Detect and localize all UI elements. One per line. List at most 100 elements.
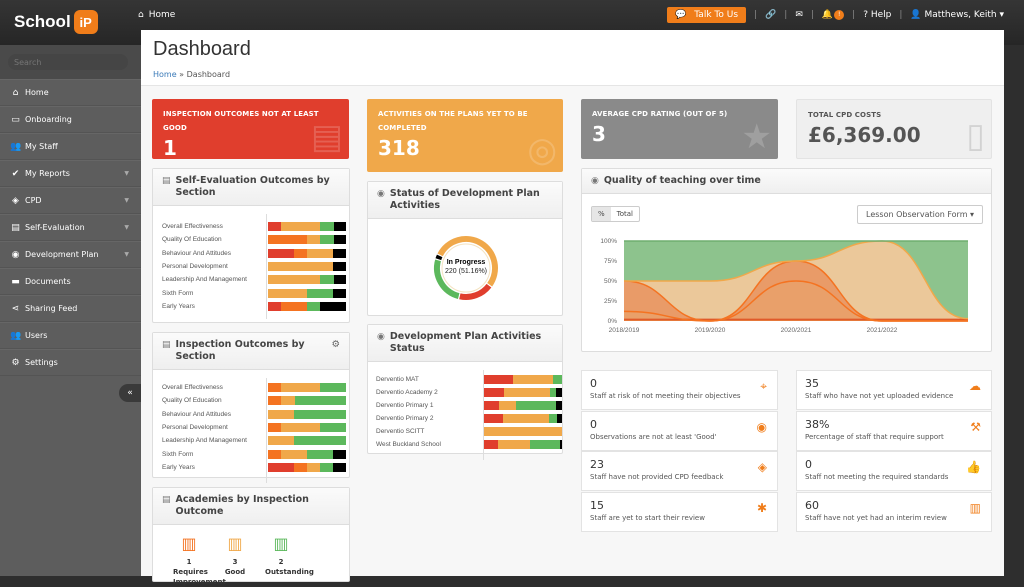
inbox-icon[interactable]: ✉ <box>795 10 803 20</box>
notifications-button[interactable]: 🔔! <box>822 10 845 20</box>
bar-segment[interactable] <box>268 423 282 433</box>
bar-segment[interactable] <box>548 414 558 423</box>
top-home-link[interactable]: ⌂ Home <box>138 10 175 20</box>
bar-segment[interactable] <box>268 275 321 285</box>
toggle-percent[interactable]: % <box>592 207 611 221</box>
bar-segment[interactable] <box>268 301 282 311</box>
bar-segment[interactable] <box>484 388 504 397</box>
bar-segment[interactable] <box>268 409 294 419</box>
bar-segment[interactable] <box>320 383 346 393</box>
bar-segment[interactable] <box>503 388 551 397</box>
bar-segment[interactable] <box>512 375 554 384</box>
bar-segment[interactable] <box>307 235 321 245</box>
talk-to-us-button[interactable]: 💬 Talk To Us <box>667 7 747 23</box>
breadcrumb-home[interactable]: Home <box>153 70 177 79</box>
kpi-card[interactable]: 38% Percentage of staff that require supp… <box>796 410 992 451</box>
bar-segment[interactable] <box>555 388 562 397</box>
sidebar-item-home[interactable]: ⌂ Home <box>0 79 141 106</box>
donut-slice-overdue[interactable] <box>459 283 492 300</box>
bar-segment[interactable] <box>268 248 294 258</box>
kpi-card[interactable]: 35 Staff who have not yet uploaded eviden… <box>796 370 992 410</box>
bar-segment[interactable] <box>268 436 294 446</box>
bar-segment[interactable] <box>268 288 307 298</box>
bar-segment[interactable] <box>320 462 334 472</box>
sidebar-item-sharing-feed[interactable]: ⋖ Sharing Feed <box>0 295 141 322</box>
bar-segment[interactable] <box>281 301 307 311</box>
bar-segment[interactable] <box>281 449 307 459</box>
bar-segment[interactable] <box>560 440 562 449</box>
bar-segment[interactable] <box>268 449 282 459</box>
bar-segment[interactable] <box>268 462 294 472</box>
bar-segment[interactable] <box>307 288 333 298</box>
bar-segment[interactable] <box>281 423 321 433</box>
help-link[interactable]: ? Help <box>863 10 891 20</box>
bar-segment[interactable] <box>332 288 346 298</box>
bar-segment[interactable] <box>293 409 346 419</box>
stat-card[interactable]: TOTAL CPD COSTS £6,369.00 ▯ <box>796 99 992 159</box>
kpi-card[interactable]: 0 Observations are not at least 'Good' ◉ <box>581 410 778 451</box>
bar-segment[interactable] <box>498 440 530 449</box>
bar-segment[interactable] <box>484 401 499 410</box>
bar-segment[interactable] <box>332 449 346 459</box>
sidebar-item-users[interactable]: 👥 Users <box>0 322 141 349</box>
bar-segment[interactable] <box>268 222 282 232</box>
bar-segment[interactable] <box>498 401 516 410</box>
kpi-card[interactable]: 0 Staff at risk of not meeting their obje… <box>581 370 778 410</box>
bar-segment[interactable] <box>268 383 282 393</box>
bar-segment[interactable] <box>281 222 321 232</box>
bar-segment[interactable] <box>320 275 334 285</box>
bar-segment[interactable] <box>555 401 562 410</box>
bar-segment[interactable] <box>502 414 549 423</box>
sidebar-item-my-reports[interactable]: ✔ My Reports ▼ <box>0 160 141 187</box>
academy-outcome[interactable]: ▥ 1 Requires Improvement <box>173 536 226 587</box>
bar-segment[interactable] <box>333 235 346 245</box>
bar-segment[interactable] <box>557 414 562 423</box>
kpi-card[interactable]: 60 Staff have not yet had an interim revi… <box>796 491 992 532</box>
bar-segment[interactable] <box>293 248 307 258</box>
bar-segment[interactable] <box>281 396 295 406</box>
bar-segment[interactable] <box>306 301 321 311</box>
bar-segment[interactable] <box>333 462 346 472</box>
bar-segment[interactable] <box>332 262 346 272</box>
bar-segment[interactable] <box>306 248 333 258</box>
bar-segment[interactable] <box>306 462 321 472</box>
bar-segment[interactable] <box>530 440 561 449</box>
user-menu[interactable]: 👤 Matthews, Keith ▾ <box>910 10 1004 20</box>
academy-outcome[interactable]: ▥ 2 Outstanding <box>265 536 314 587</box>
bar-segment[interactable] <box>306 449 333 459</box>
form-select[interactable]: Lesson Observation Form ▾ <box>857 205 983 224</box>
stat-card[interactable]: INSPECTION OUTCOMES NOT AT LEAST GOOD 1 ▤ <box>152 99 349 159</box>
link-icon[interactable]: 🔗 <box>765 10 776 20</box>
bar-segment[interactable] <box>293 436 346 446</box>
bar-segment[interactable] <box>320 301 346 311</box>
logo[interactable]: School iP <box>14 10 98 34</box>
bar-segment[interactable] <box>281 383 321 393</box>
bar-segment[interactable] <box>333 275 346 285</box>
bar-segment[interactable] <box>484 427 562 436</box>
stat-card[interactable]: ACTIVITIES ON THE PLANS YET TO BE COMPLE… <box>367 99 563 172</box>
bar-segment[interactable] <box>268 262 333 272</box>
academy-outcome[interactable]: ▥ 3 Good <box>219 536 251 587</box>
bar-segment[interactable] <box>484 375 513 384</box>
sidebar-item-onboarding[interactable]: ▭ Onboarding <box>0 106 141 133</box>
kpi-card[interactable]: 23 Staff have not provided CPD feedback ◈ <box>581 451 778 491</box>
sidebar-item-development-plan[interactable]: ◉ Development Plan ▼ <box>0 241 141 268</box>
bar-segment[interactable] <box>484 440 499 449</box>
bar-segment[interactable] <box>320 423 346 433</box>
bar-segment[interactable] <box>293 462 307 472</box>
bar-segment[interactable] <box>515 401 556 410</box>
collapse-sidebar-button[interactable]: « <box>119 384 141 402</box>
sidebar-item-cpd[interactable]: ◈ CPD ▼ <box>0 187 141 214</box>
kpi-card[interactable]: 15 Staff are yet to start their review ✱ <box>581 491 778 532</box>
bar-segment[interactable] <box>294 396 346 406</box>
cogs-icon[interactable]: ⚙ <box>331 339 340 351</box>
bar-segment[interactable] <box>484 414 503 423</box>
bar-segment[interactable] <box>320 235 334 245</box>
bar-segment[interactable] <box>268 235 307 245</box>
bar-segment[interactable] <box>268 396 282 406</box>
bar-segment[interactable] <box>553 375 562 384</box>
bar-segment[interactable] <box>332 248 346 258</box>
bar-segment[interactable] <box>320 222 334 232</box>
sidebar-item-self-evaluation[interactable]: ▤ Self-Evaluation ▼ <box>0 214 141 241</box>
sidebar-item-my-staff[interactable]: 👥 My Staff <box>0 133 141 160</box>
